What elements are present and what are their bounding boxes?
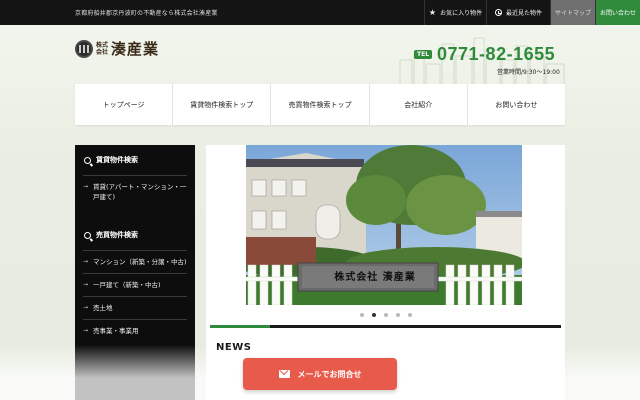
site-tagline: 京都府船井郡京丹波町の不動産なら株式会社湊産業: [75, 10, 218, 17]
phone-number[interactable]: 0771-82-1655: [437, 44, 555, 65]
rental-search-heading: 賃貸物件検索: [75, 145, 195, 175]
favorites-label: お気に入り物件: [440, 10, 483, 17]
slider-dot[interactable]: [407, 313, 412, 317]
sidebar-item-mansion[interactable]: マンション（新築・分譲・中古): [83, 250, 187, 273]
rental-heading-label: 賃貸物件検索: [96, 156, 138, 164]
search-icon: [84, 156, 91, 164]
news-heading: NEWS: [216, 342, 252, 353]
hero-sign-text: 株式会社 湊産業: [334, 272, 416, 283]
nav-item-company[interactable]: 会社紹介: [370, 84, 468, 125]
sidebar-item-house[interactable]: 一戸建て（新築・中古): [83, 273, 187, 296]
mail-button-label: メールでお問合せ: [297, 369, 362, 379]
sidebar-item-business[interactable]: 売事業・事業用: [83, 319, 187, 342]
star-icon: ★: [428, 7, 437, 17]
nav-item-top[interactable]: トップページ: [75, 84, 174, 125]
slider-progress-bar: [210, 325, 561, 328]
logo-mark-icon: [75, 39, 93, 58]
phone-block: TEL 0771-82-1655: [414, 44, 555, 65]
sale-search-heading: 売買物件検索: [75, 220, 195, 250]
recent-link[interactable]: 最近見た物件: [486, 0, 550, 25]
top-bar: 京都府船井郡京丹波町の不動産なら株式会社湊産業 ★ お気に入り物件 最近見た物件…: [0, 0, 640, 25]
sidebar-item-rental[interactable]: 賃貸(アパート・マンション・一戸建て): [83, 175, 187, 208]
clock-icon: [494, 9, 502, 16]
favorites-link[interactable]: ★ お気に入り物件: [424, 0, 486, 25]
slider-progress-fill: [210, 325, 270, 328]
slider-dot[interactable]: [395, 313, 400, 317]
slider-dots: [206, 313, 565, 317]
company-logo[interactable]: 株式 会社 湊産業: [75, 38, 159, 59]
logo-name: 湊産業: [111, 40, 160, 58]
slider-dot[interactable]: [383, 313, 388, 317]
sitemap-link[interactable]: サイトマップ: [550, 0, 595, 25]
tel-badge: TEL: [414, 50, 433, 59]
sidebar: 賃貸物件検索 賃貸(アパート・マンション・一戸建て) 売買物件検索 マンション（…: [75, 145, 195, 400]
nav-item-rental-search[interactable]: 賃貸物件検索トップ: [173, 84, 272, 125]
global-nav: トップページ 賃貸物件検索トップ 売買物件検索トップ 会社紹介 お問い合わせ: [75, 84, 565, 125]
sale-heading-label: 売買物件検索: [96, 231, 138, 239]
top-links: ★ お気に入り物件 最近見た物件 サイトマップ お問い合わせ: [424, 0, 640, 25]
nav-item-sale-search[interactable]: 売買物件検索トップ: [271, 84, 370, 125]
recent-label: 最近見た物件: [505, 10, 542, 17]
business-hours: 営業時間/9:30〜19:00: [497, 69, 560, 76]
sidebar-item-land[interactable]: 売土地: [83, 296, 187, 319]
slider-dot-active[interactable]: [371, 313, 376, 317]
nav-item-contact[interactable]: お問い合わせ: [468, 84, 565, 125]
contact-top-link[interactable]: お問い合わせ: [595, 0, 640, 25]
logo-corp-type: 株式 会社: [96, 41, 109, 56]
search-icon: [84, 231, 91, 239]
slider-dot[interactable]: [359, 313, 364, 317]
mail-icon: [278, 370, 290, 378]
mail-contact-button[interactable]: メールでお問合せ: [243, 358, 397, 390]
